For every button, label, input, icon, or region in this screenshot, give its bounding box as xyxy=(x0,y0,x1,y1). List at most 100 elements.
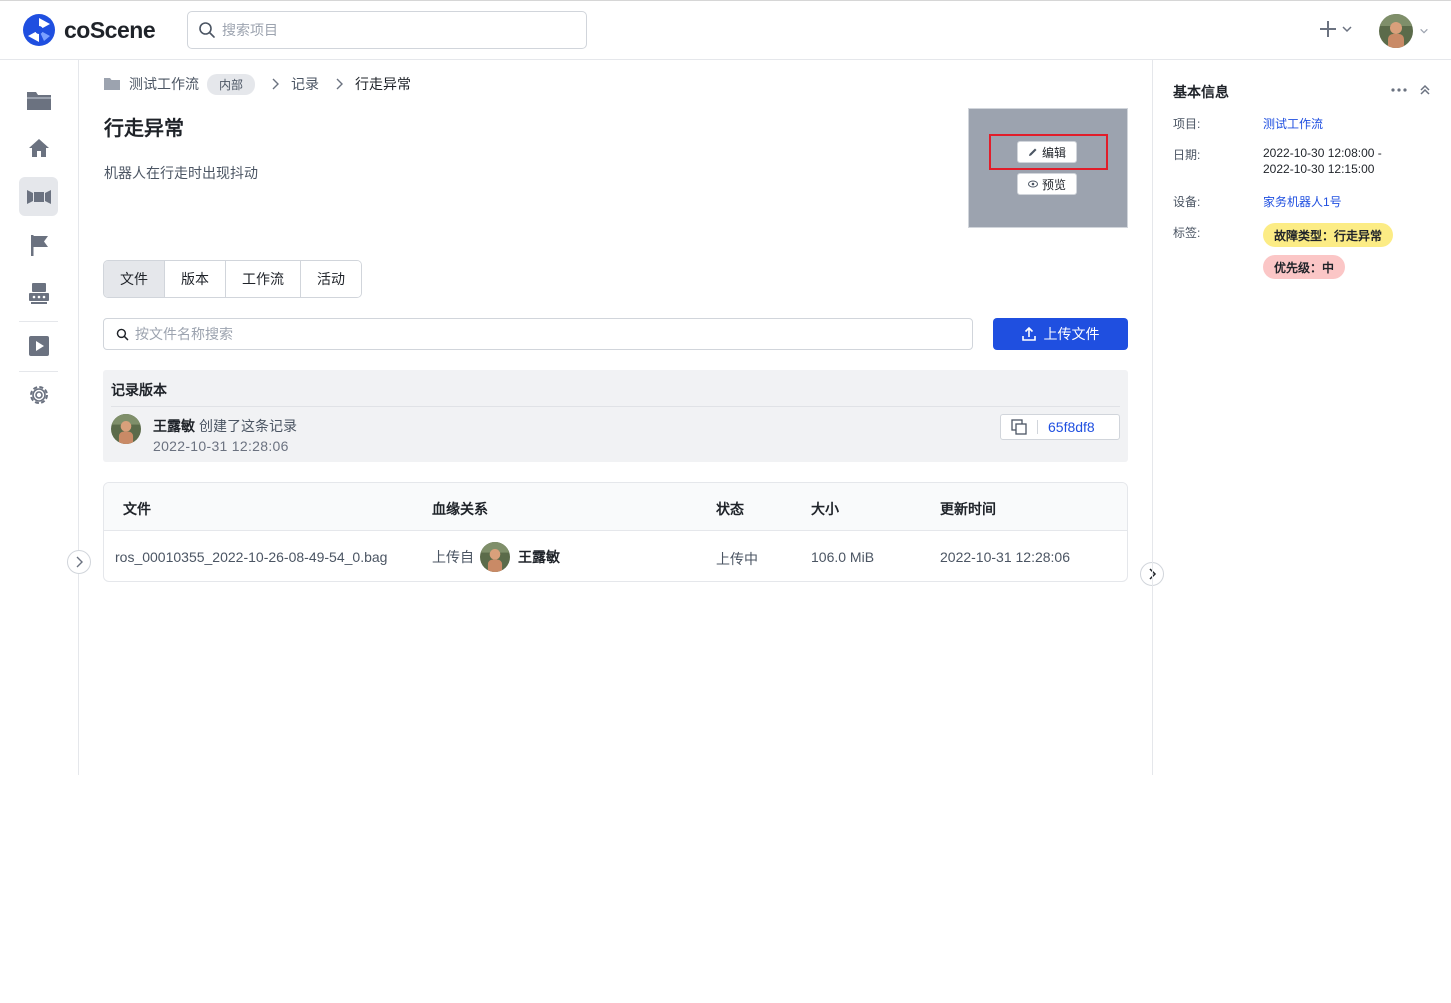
folder-icon xyxy=(26,91,51,110)
sidebar xyxy=(0,60,79,775)
sidebar-expand-button[interactable] xyxy=(67,550,91,574)
preview-label: 预览 xyxy=(1041,177,1066,192)
highlight-box xyxy=(989,134,1108,170)
copy-icon xyxy=(1011,419,1027,435)
top-bar: coScene xyxy=(0,0,1451,60)
tags-label: 标签: xyxy=(1173,226,1201,240)
flag-icon xyxy=(30,234,48,256)
divider xyxy=(1037,420,1038,434)
breadcrumb: 测试工作流 内部 记录 行走异常 xyxy=(103,73,412,95)
settings-icon xyxy=(29,385,48,404)
version-title: 记录版本 xyxy=(111,382,167,398)
column-header-size[interactable]: 大小 xyxy=(811,499,839,519)
logo[interactable]: coScene xyxy=(22,13,156,47)
version-action: 创建了这条记录 xyxy=(199,418,297,434)
avatar xyxy=(1379,14,1413,48)
date-start: 2022-10-30 12:08:00 - xyxy=(1263,146,1382,160)
chevron-down-icon xyxy=(1342,26,1352,33)
chevron-right-icon xyxy=(271,78,280,90)
global-search[interactable] xyxy=(187,11,587,49)
sidebar-divider xyxy=(19,321,58,322)
device-label: 设备: xyxy=(1173,195,1201,209)
record-tabs: 文件 版本 工作流 活动 xyxy=(103,260,362,298)
sidebar-item-home[interactable] xyxy=(19,128,58,167)
info-panel: 基本信息 项目: 测试工作流 日期: 2022-10-30 12:08:00 -… xyxy=(1152,60,1451,775)
file-table: 文件 血缘关系 状态 大小 更新时间 ros_00010355_2022-10-… xyxy=(103,482,1128,582)
tab-activity[interactable]: 活动 xyxy=(301,261,361,297)
file-name[interactable]: ros_00010355_2022-10-26-08-49-54_0.bag xyxy=(115,549,387,565)
more-options-button[interactable] xyxy=(1390,82,1408,101)
record-description: 机器人在行走时出现抖动 xyxy=(104,165,258,181)
chevrons-up-icon xyxy=(1420,84,1430,95)
version-author-line: 王露敏 创建了这条记录 xyxy=(153,416,297,436)
search-icon xyxy=(199,22,215,38)
page-title: 行走异常 xyxy=(104,118,184,140)
tag-priority[interactable]: 优先级：中 xyxy=(1263,255,1346,279)
preview-button[interactable]: 预览 xyxy=(1017,173,1077,195)
table-row[interactable]: ros_00010355_2022-10-26-08-49-54_0.bag 上… xyxy=(104,532,1127,581)
version-author: 王露敏 xyxy=(153,418,195,434)
avatar xyxy=(480,542,510,572)
sidebar-divider xyxy=(19,371,58,372)
file-search[interactable] xyxy=(103,318,973,350)
tab-versions[interactable]: 版本 xyxy=(165,261,226,297)
date-label: 日期: xyxy=(1173,148,1201,162)
divider xyxy=(111,406,1120,407)
avatar xyxy=(111,414,141,444)
tab-files[interactable]: 文件 xyxy=(104,261,165,297)
column-header-updated[interactable]: 更新时间 xyxy=(940,499,996,519)
global-search-input[interactable] xyxy=(222,22,562,38)
sidebar-item-settings[interactable] xyxy=(19,375,58,414)
device-link[interactable]: 家务机器人1号 xyxy=(1263,193,1342,210)
logo-text: coScene xyxy=(64,16,156,43)
file-search-input[interactable] xyxy=(135,326,935,342)
breadcrumb-current: 行走异常 xyxy=(355,76,412,92)
chevron-down-icon xyxy=(1420,28,1428,34)
tab-workflows[interactable]: 工作流 xyxy=(226,261,301,297)
plus-icon xyxy=(1320,21,1336,37)
project-label: 项目: xyxy=(1173,117,1201,131)
upload-icon xyxy=(1021,327,1036,341)
records-icon xyxy=(26,189,51,204)
sidebar-item-tasks[interactable] xyxy=(19,225,58,264)
more-horizontal-icon xyxy=(1391,88,1407,92)
visibility-badge: 内部 xyxy=(207,73,256,95)
sidebar-item-devices[interactable] xyxy=(19,273,58,312)
create-menu-button[interactable] xyxy=(1318,19,1353,39)
column-header-lineage[interactable]: 血缘关系 xyxy=(432,499,488,519)
chevron-right-icon xyxy=(76,556,83,568)
lineage-cell: 上传自 王露敏 xyxy=(432,542,560,572)
file-updated: 2022-10-31 12:28:06 xyxy=(940,549,1070,565)
user-menu[interactable] xyxy=(1379,14,1429,48)
home-icon xyxy=(28,138,49,157)
sidebar-item-projects[interactable] xyxy=(19,80,58,119)
eye-icon xyxy=(1027,180,1038,188)
sidebar-item-records[interactable] xyxy=(19,177,58,216)
column-header-file[interactable]: 文件 xyxy=(123,499,151,519)
play-icon xyxy=(28,335,49,356)
table-header: 文件 血缘关系 状态 大小 更新时间 xyxy=(104,483,1127,531)
version-panel: 记录版本 王露敏 创建了这条记录 2022-10-31 12:28:06 65f8… xyxy=(103,370,1128,462)
lineage-prefix: 上传自 xyxy=(432,549,474,565)
column-header-status[interactable]: 状态 xyxy=(716,499,744,519)
coscene-logo-icon xyxy=(23,14,55,46)
date-end: 2022-10-30 12:15:00 xyxy=(1263,162,1375,176)
upload-label: 上传文件 xyxy=(1043,326,1100,342)
folder-icon xyxy=(104,78,120,90)
device-icon xyxy=(28,282,49,304)
chevron-right-icon xyxy=(335,78,344,90)
project-link[interactable]: 测试工作流 xyxy=(1263,115,1323,132)
upload-file-button[interactable]: 上传文件 xyxy=(993,318,1128,350)
lineage-user: 王露敏 xyxy=(518,549,560,565)
breadcrumb-section[interactable]: 记录 xyxy=(291,74,319,94)
commit-copy-button[interactable]: 65f8df8 xyxy=(1000,414,1120,440)
tag-fault-type[interactable]: 故障类型：行走异常 xyxy=(1263,223,1394,247)
file-status: 上传中 xyxy=(716,551,758,567)
info-panel-title: 基本信息 xyxy=(1173,84,1229,100)
version-time: 2022-10-31 12:28:06 xyxy=(153,438,289,454)
sidebar-item-playback[interactable] xyxy=(19,326,58,365)
breadcrumb-project[interactable]: 测试工作流 xyxy=(129,74,199,94)
commit-hash[interactable]: 65f8df8 xyxy=(1048,419,1095,435)
search-icon xyxy=(116,328,129,340)
collapse-panel-button[interactable] xyxy=(1418,82,1432,101)
